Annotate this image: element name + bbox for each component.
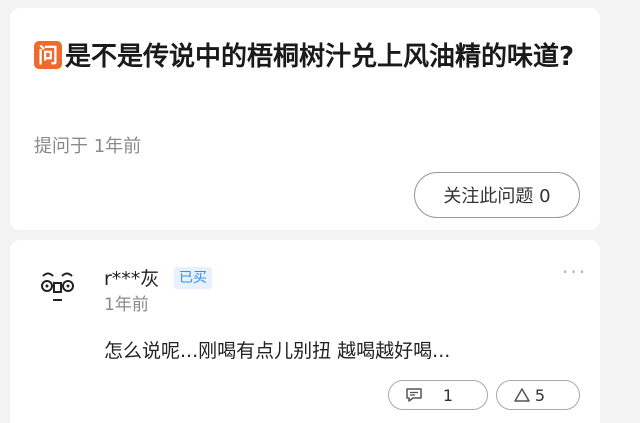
comment-icon (405, 387, 423, 403)
answer-time: 1年前 (104, 295, 149, 315)
avatar[interactable] (38, 264, 84, 310)
more-icon[interactable]: ··· (562, 260, 587, 284)
comment-button[interactable]: 1 (388, 380, 488, 410)
like-button[interactable]: 5 (496, 380, 580, 410)
question-text: 是不是传说中的梧桐树汁兑上风油精的味道? (65, 42, 575, 72)
avatar-face-icon (41, 272, 74, 301)
like-icon (513, 387, 531, 403)
answer-text: 怎么说呢...刚喝有点儿别扭 越喝越好喝... (104, 340, 451, 362)
question-title: 问是不是传说中的梧桐树汁兑上风油精的味道? (34, 36, 594, 78)
question-card: 问是不是传说中的梧桐树汁兑上风油精的味道? 提问于 1年前 关注此问题 0 (10, 8, 600, 230)
follow-question-button[interactable]: 关注此问题 0 (414, 172, 580, 218)
like-count: 5 (534, 385, 545, 405)
answer-card: ··· r***灰 已买 1年前 怎么说呢...刚喝有点儿别扭 越喝越好喝...… (10, 240, 600, 423)
question-meta: 提问于 1年前 (34, 136, 142, 157)
bought-badge: 已买 (174, 267, 212, 289)
comment-count: 1 (442, 385, 453, 405)
username[interactable]: r***灰 (104, 264, 159, 291)
ask-badge: 问 (34, 41, 62, 69)
